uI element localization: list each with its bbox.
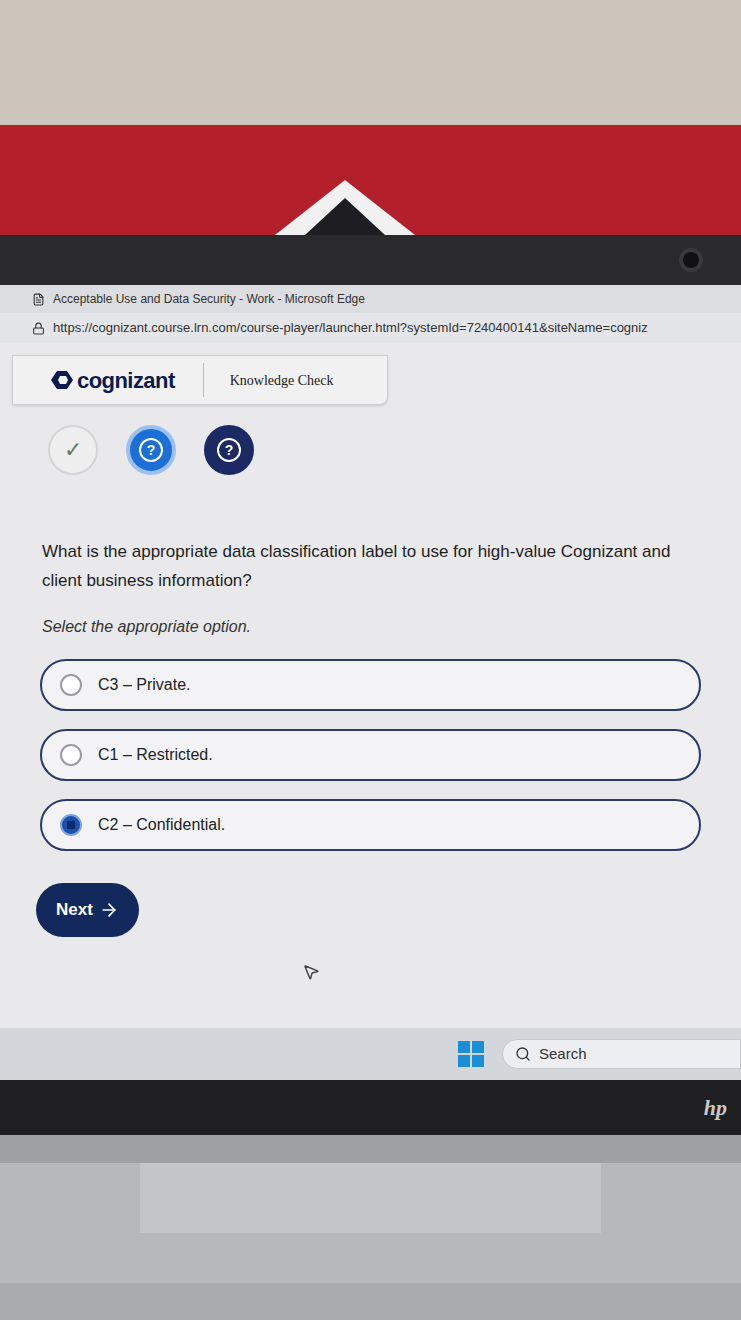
laptop-deck [0,1135,741,1320]
radio-icon[interactable] [60,814,82,836]
next-button[interactable]: Next [36,883,139,937]
photo: Acceptable Use and Data Security - Work … [0,0,741,1320]
fabric-triangle-icon [275,180,415,235]
options-list: C3 – Private. C1 – Restricted. C2 – Confid… [40,659,701,851]
progress-step: ? [204,425,254,475]
fabric-background [0,0,741,235]
course-header: cognizantKnowledge Check [12,355,388,405]
search-icon [515,1046,531,1062]
instruction-text: Select the appropriate option. [42,615,741,639]
arrow-right-icon [99,900,119,920]
course-content: cognizantKnowledge Check ✓?? What is the a… [0,343,741,1028]
progress-step: ? [126,425,176,475]
question-text: What is the appropriate data classificat… [42,537,702,595]
laptop-bezel-bottom: hp [0,1080,741,1135]
radio-icon[interactable] [60,674,82,696]
mouse-cursor-icon [302,963,320,981]
screen: Acceptable Use and Data Security - Work … [0,285,741,1080]
progress-steps: ✓?? [48,425,741,475]
webcam-icon [679,248,703,272]
option[interactable]: C1 – Restricted. [40,729,701,781]
taskbar: Search [0,1028,741,1080]
title-bar: Acceptable Use and Data Security - Work … [0,285,741,313]
url: https://cognizant.course.lrn.com/course-… [53,318,648,338]
check-icon: ✓ [64,439,82,461]
progress-step: ✓ [48,425,98,475]
question-icon: ? [139,438,163,462]
radio-icon[interactable] [60,744,82,766]
windows-start-icon[interactable] [458,1041,484,1067]
laptop-bezel-top [0,235,741,285]
cognizant-logo-icon [51,371,73,389]
taskbar-search[interactable]: Search [502,1039,741,1069]
section-title: Knowledge Check [204,370,346,391]
option[interactable]: C2 – Confidential. [40,799,701,851]
lock-icon [32,322,45,335]
option[interactable]: C3 – Private. [40,659,701,711]
page-icon [32,293,45,306]
hp-logo: hp [704,1091,727,1124]
address-bar[interactable]: https://cognizant.course.lrn.com/course-… [0,313,741,343]
brand-logo: cognizant [13,364,203,397]
question-icon: ? [217,438,241,462]
window-title: Acceptable Use and Data Security - Work … [53,290,365,308]
